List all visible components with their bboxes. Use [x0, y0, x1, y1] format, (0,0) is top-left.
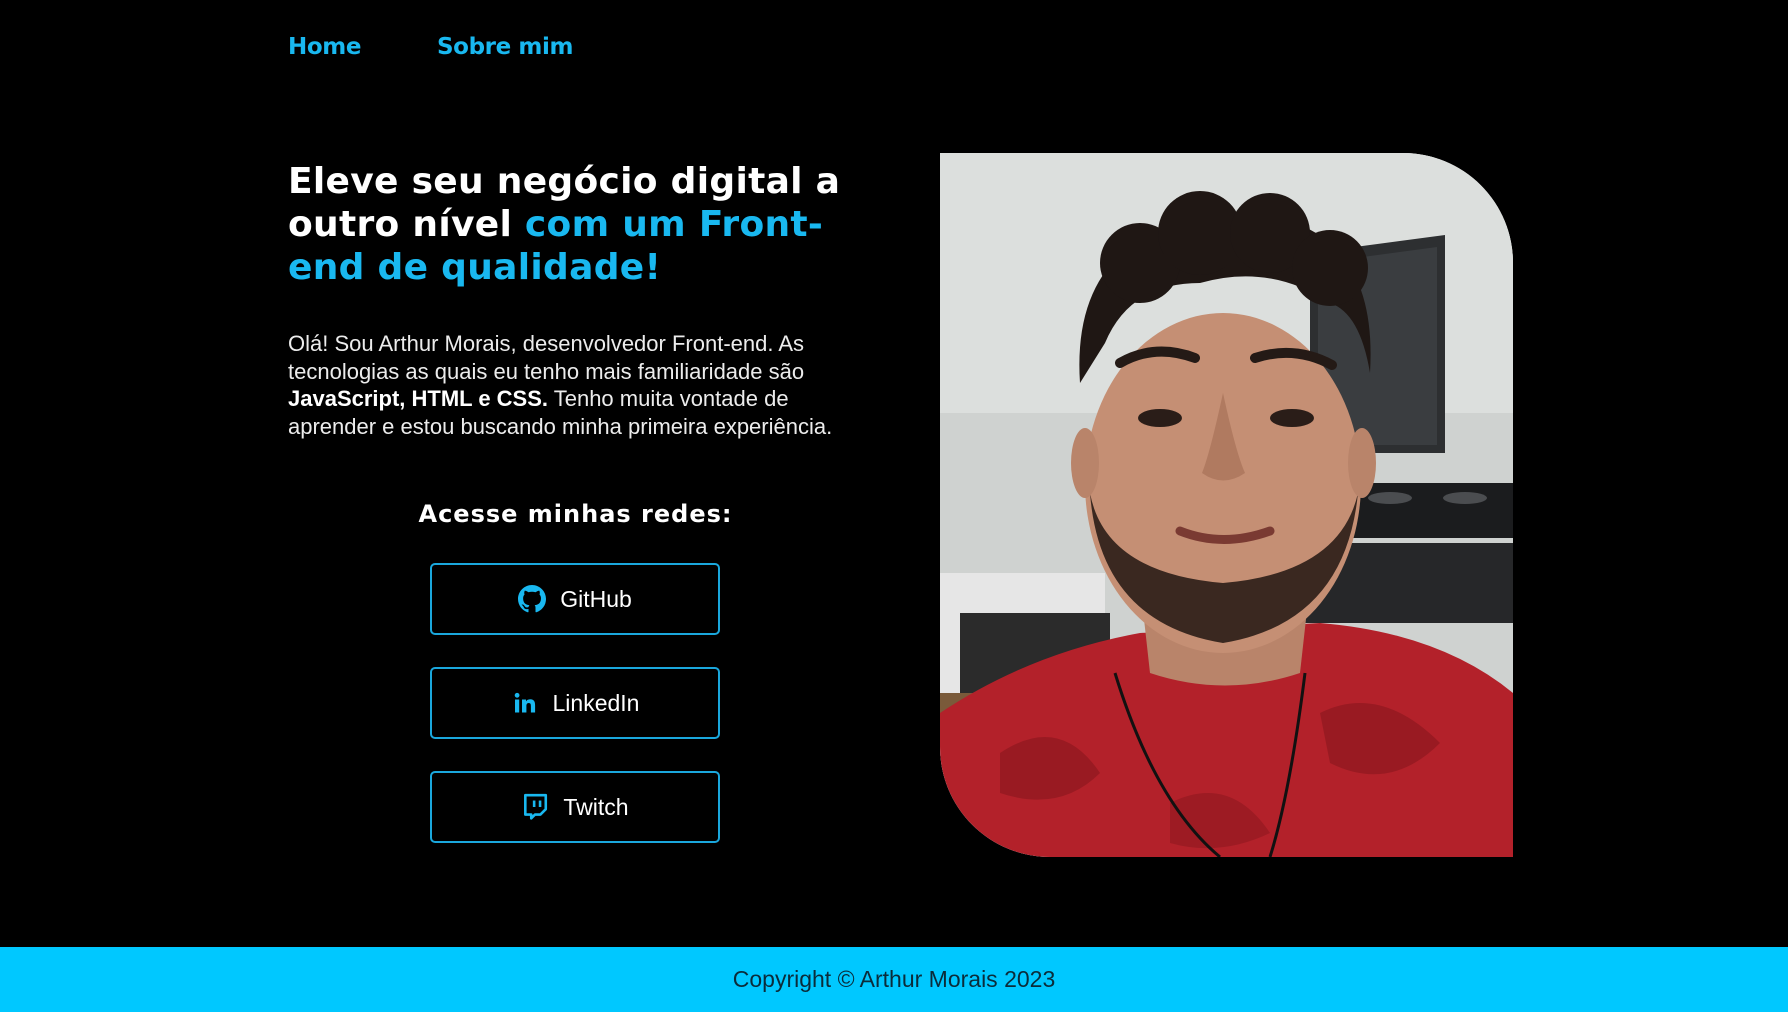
- twitch-button[interactable]: Twitch: [430, 771, 720, 843]
- social-section-title: Acesse minhas redes:: [418, 500, 733, 528]
- page: Home Sobre mim Eleve seu negócio digital…: [0, 0, 1788, 1012]
- nav-about-link[interactable]: Sobre mim: [437, 34, 573, 60]
- github-button-label: GitHub: [560, 585, 632, 612]
- linkedin-button[interactable]: LinkedIn: [430, 667, 720, 739]
- github-icon: [518, 585, 547, 613]
- footer: Copyright © Arthur Morais 2023: [0, 947, 1788, 1012]
- linkedin-icon: [511, 689, 539, 717]
- intro-text-start: Olá! Sou Arthur Morais, desenvolvedor Fr…: [288, 331, 805, 384]
- github-button[interactable]: GitHub: [430, 563, 720, 635]
- profile-photo: [940, 153, 1513, 857]
- twitch-button-label: Twitch: [563, 793, 629, 820]
- intro-paragraph: Olá! Sou Arthur Morais, desenvolvedor Fr…: [288, 330, 868, 440]
- footer-copyright: Copyright © Arthur Morais 2023: [732, 966, 1056, 992]
- twitch-icon: [521, 793, 549, 821]
- top-nav: Home Sobre mim: [288, 34, 573, 60]
- intro-tech-highlight: JavaScript, HTML e CSS.: [288, 386, 549, 411]
- linkedin-button-label: LinkedIn: [552, 689, 640, 716]
- nav-home-link[interactable]: Home: [288, 34, 361, 60]
- hero-title: Eleve seu negócio digital a outro nível …: [288, 160, 868, 289]
